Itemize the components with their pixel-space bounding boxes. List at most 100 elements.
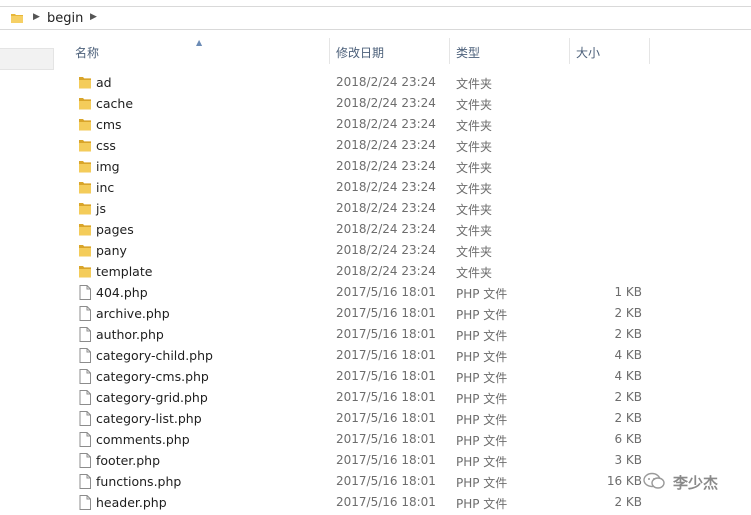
file-row[interactable]: js 2018/2/24 23:24 文件夹 [0, 198, 751, 219]
file-type: 文件夹 [456, 266, 493, 280]
file-row[interactable]: comments.php 2017/5/16 18:01 PHP 文件 6 KB [0, 429, 751, 450]
file-icon [78, 306, 92, 321]
address-bar[interactable]: ▶ begin ▶ [0, 6, 751, 30]
file-date: 2018/2/24 23:24 [336, 159, 436, 173]
column-divider[interactable] [649, 38, 650, 64]
file-row[interactable]: template 2018/2/24 23:24 文件夹 [0, 261, 751, 282]
column-header-size[interactable]: 大小 [576, 44, 600, 61]
file-icon [78, 474, 92, 489]
file-type: 文件夹 [456, 245, 493, 259]
file-name: archive.php [96, 306, 170, 321]
file-date: 2017/5/16 18:01 [336, 495, 436, 509]
file-name: author.php [96, 327, 164, 342]
file-row[interactable]: footer.php 2017/5/16 18:01 PHP 文件 3 KB [0, 450, 751, 471]
file-icon [78, 495, 92, 510]
file-row[interactable]: pages 2018/2/24 23:24 文件夹 [0, 219, 751, 240]
file-row[interactable]: category-cms.php 2017/5/16 18:01 PHP 文件 4 K… [0, 366, 751, 387]
watermark: 李少杰 [643, 470, 743, 496]
file-row[interactable]: archive.php 2017/5/16 18:01 PHP 文件 2 KB [0, 303, 751, 324]
folder-icon [78, 138, 92, 153]
file-type: 文件夹 [456, 161, 493, 175]
folder-icon [78, 201, 92, 216]
folder-icon [78, 222, 92, 237]
file-name: template [96, 264, 153, 279]
file-date: 2017/5/16 18:01 [336, 453, 436, 467]
column-divider[interactable] [569, 38, 570, 64]
file-name: category-child.php [96, 348, 213, 363]
column-header-name[interactable]: 名称 [75, 44, 99, 61]
file-row[interactable]: category-list.php 2017/5/16 18:01 PHP 文件 2 … [0, 408, 751, 429]
file-name: cache [96, 96, 134, 111]
file-date: 2017/5/16 18:01 [336, 348, 436, 362]
file-icon [78, 453, 92, 468]
file-name: inc [96, 180, 115, 195]
file-type: PHP 文件 [456, 350, 508, 364]
file-type: PHP 文件 [456, 476, 508, 490]
file-date: 2018/2/24 23:24 [336, 75, 436, 89]
file-date: 2017/5/16 18:01 [336, 411, 436, 425]
file-date: 2018/2/24 23:24 [336, 243, 436, 257]
file-name: pages [96, 222, 134, 237]
file-row[interactable]: cms 2018/2/24 23:24 文件夹 [0, 114, 751, 135]
file-row[interactable]: author.php 2017/5/16 18:01 PHP 文件 2 KB [0, 324, 751, 345]
column-headers: ▲ 名称 修改日期 类型 大小 [0, 38, 751, 66]
folder-icon [78, 117, 92, 132]
file-size: 6 KB [614, 432, 642, 446]
file-icon [78, 348, 92, 363]
column-divider[interactable] [449, 38, 450, 64]
file-type: PHP 文件 [456, 287, 508, 301]
file-name: js [96, 201, 106, 216]
folder-icon [78, 159, 92, 174]
file-type: PHP 文件 [456, 392, 508, 406]
file-row[interactable]: pany 2018/2/24 23:24 文件夹 [0, 240, 751, 261]
file-name: 404.php [96, 285, 148, 300]
file-size: 2 KB [614, 306, 642, 320]
column-divider[interactable] [329, 38, 330, 64]
folder-icon [78, 264, 92, 279]
file-row[interactable]: img 2018/2/24 23:24 文件夹 [0, 156, 751, 177]
file-date: 2017/5/16 18:01 [336, 285, 436, 299]
file-row[interactable]: functions.php 2017/5/16 18:01 PHP 文件 16 KB [0, 471, 751, 492]
folder-icon [11, 14, 23, 23]
file-date: 2018/2/24 23:24 [336, 117, 436, 131]
file-type: 文件夹 [456, 203, 493, 217]
file-type: PHP 文件 [456, 308, 508, 322]
file-icon [78, 432, 92, 447]
file-row[interactable]: category-child.php 2017/5/16 18:01 PHP 文件 4… [0, 345, 751, 366]
column-header-type[interactable]: 类型 [456, 44, 480, 61]
file-date: 2017/5/16 18:01 [336, 390, 436, 404]
address-path[interactable]: begin [47, 11, 83, 26]
chevron-right-icon[interactable]: ▶ [90, 12, 97, 22]
file-row[interactable]: header.php 2017/5/16 18:01 PHP 文件 2 KB [0, 492, 751, 513]
file-icon [78, 411, 92, 426]
file-type: 文件夹 [456, 140, 493, 154]
file-type: 文件夹 [456, 224, 493, 238]
file-row[interactable]: 404.php 2017/5/16 18:01 PHP 文件 1 KB [0, 282, 751, 303]
file-name: ad [96, 75, 112, 90]
file-row[interactable]: css 2018/2/24 23:24 文件夹 [0, 135, 751, 156]
file-size: 2 KB [614, 411, 642, 425]
file-icon [78, 285, 92, 300]
file-date: 2018/2/24 23:24 [336, 222, 436, 236]
file-row[interactable]: inc 2018/2/24 23:24 文件夹 [0, 177, 751, 198]
file-icon [78, 369, 92, 384]
file-size: 16 KB [606, 474, 642, 488]
file-row[interactable]: ad 2018/2/24 23:24 文件夹 [0, 72, 751, 93]
file-row[interactable]: cache 2018/2/24 23:24 文件夹 [0, 93, 751, 114]
file-type: 文件夹 [456, 98, 493, 112]
file-size: 2 KB [614, 495, 642, 509]
file-name: header.php [96, 495, 167, 510]
file-date: 2018/2/24 23:24 [336, 264, 436, 278]
file-date: 2017/5/16 18:01 [336, 306, 436, 320]
file-date: 2018/2/24 23:24 [336, 180, 436, 194]
file-date: 2017/5/16 18:01 [336, 474, 436, 488]
file-size: 4 KB [614, 369, 642, 383]
chevron-right-icon[interactable]: ▶ [33, 12, 40, 22]
file-size: 2 KB [614, 327, 642, 341]
file-icon [78, 390, 92, 405]
file-row[interactable]: category-grid.php 2017/5/16 18:01 PHP 文件 2 … [0, 387, 751, 408]
column-header-date[interactable]: 修改日期 [336, 44, 384, 61]
file-size: 4 KB [614, 348, 642, 362]
watermark-text: 李少杰 [673, 474, 719, 492]
file-name: category-cms.php [96, 369, 209, 384]
